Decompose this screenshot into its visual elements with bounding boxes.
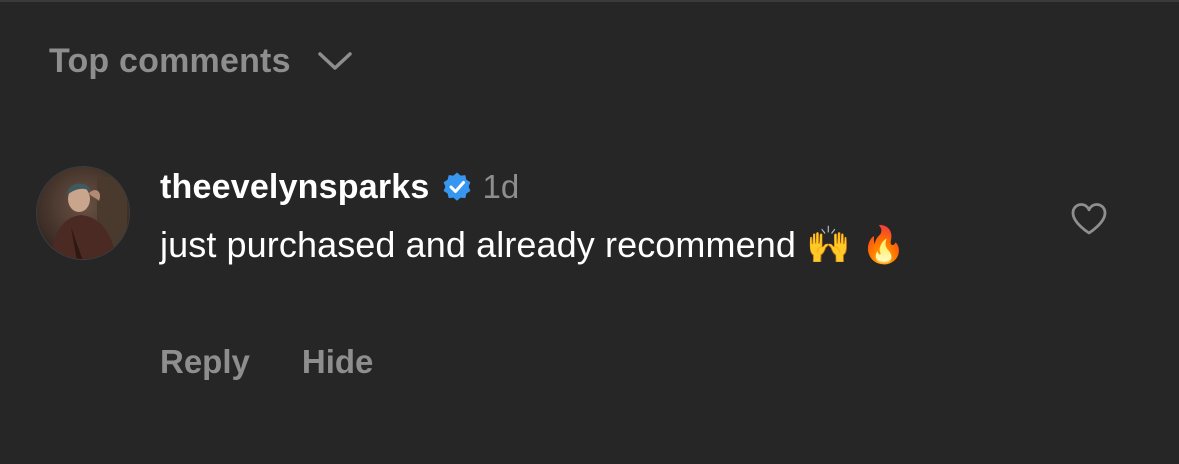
top-divider (0, 0, 1179, 2)
comment-timestamp: 1d (482, 168, 520, 205)
comment-item: theevelynsparks 1d just purchased and al… (36, 166, 1146, 396)
reply-button[interactable]: Reply (160, 343, 250, 381)
comments-sort-dropdown[interactable]: Top comments (49, 38, 353, 84)
comment-text: just purchased and already recommend 🙌 🔥 (160, 224, 907, 265)
comments-sort-label: Top comments (49, 41, 291, 80)
verified-badge-icon (443, 172, 470, 201)
comment-header: theevelynsparks 1d (160, 166, 519, 208)
comment-username[interactable]: theevelynsparks (160, 168, 430, 207)
hide-button[interactable]: Hide (302, 343, 374, 381)
avatar[interactable] (36, 166, 130, 260)
comment-actions: Reply Hide (160, 342, 373, 382)
heart-outline-icon[interactable] (1070, 202, 1108, 236)
chevron-down-icon (317, 52, 352, 70)
